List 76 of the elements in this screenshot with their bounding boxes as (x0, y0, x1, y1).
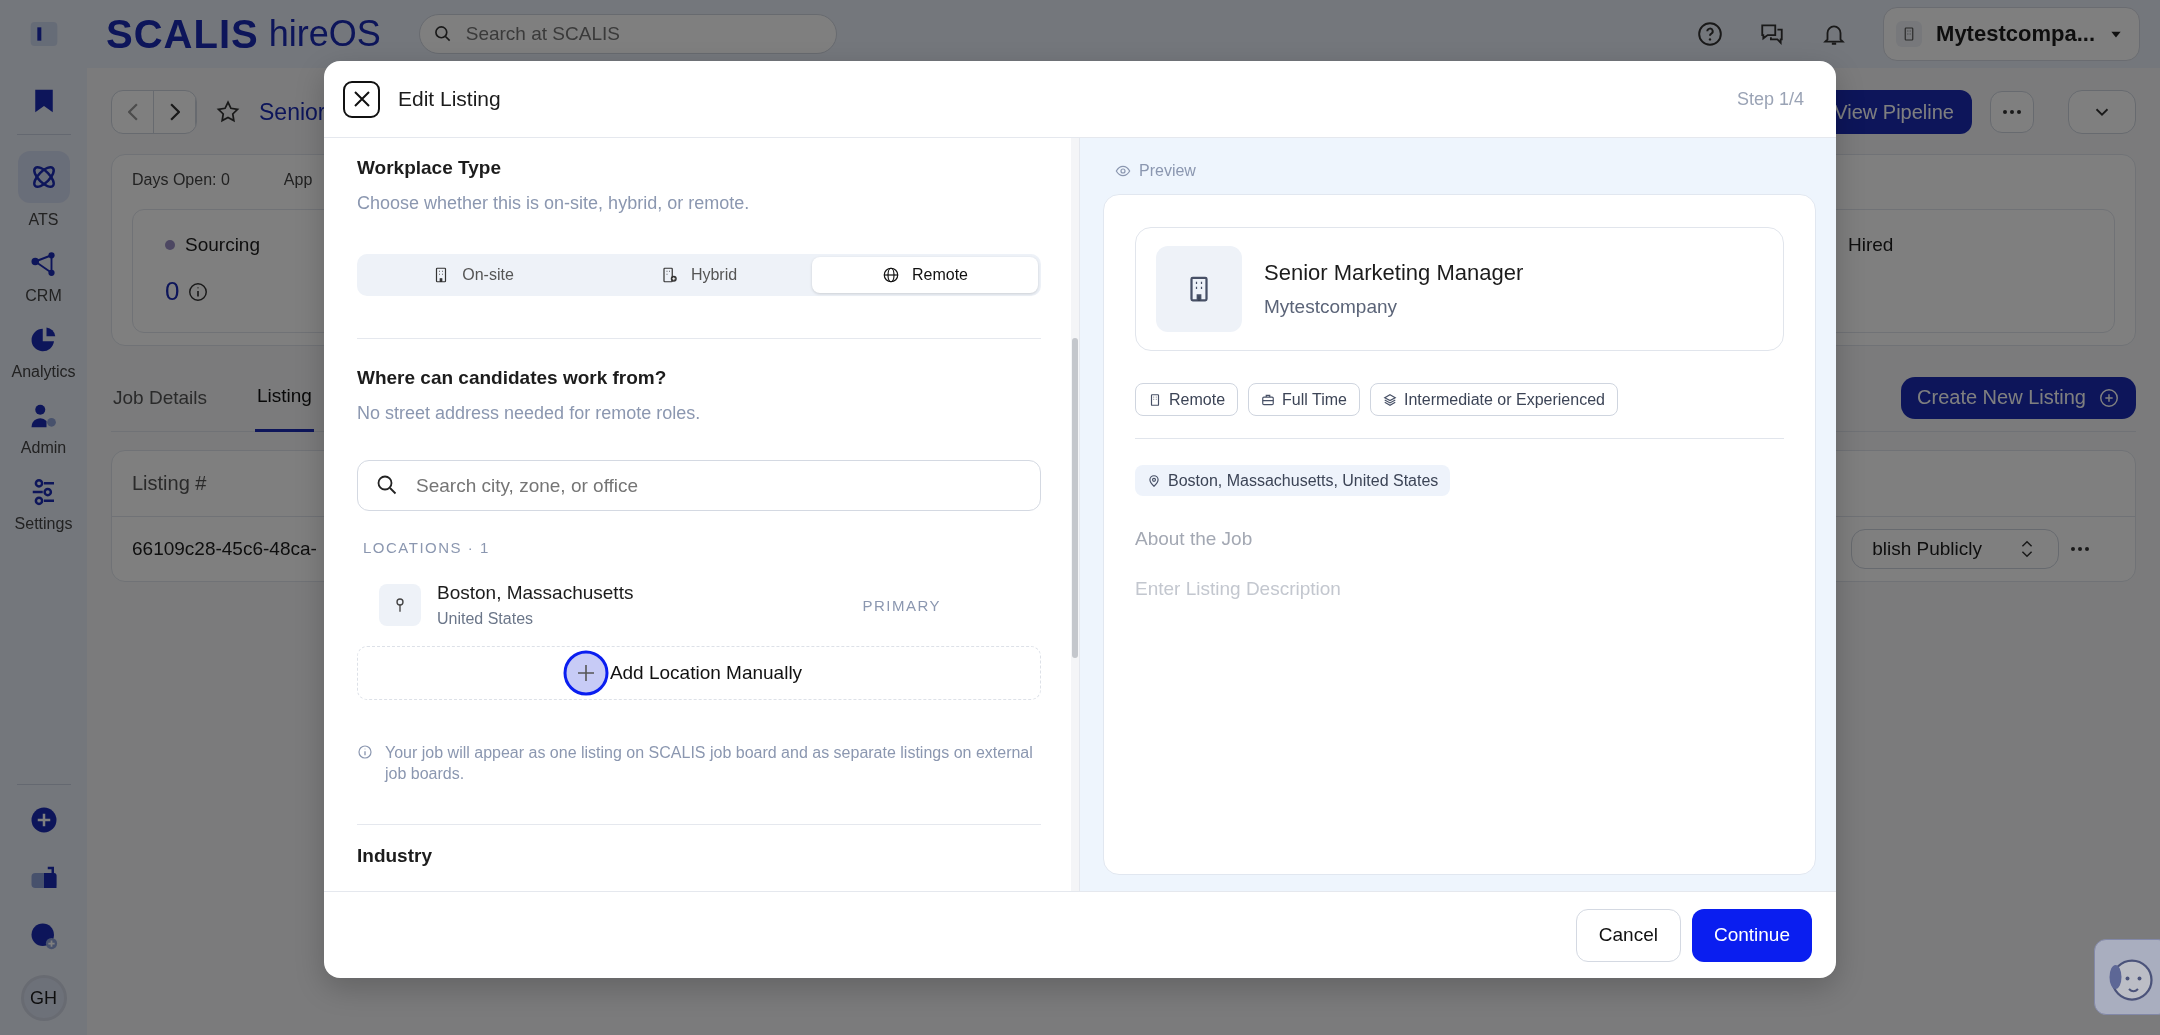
close-button[interactable] (343, 80, 380, 118)
dog-mascot-icon[interactable] (2094, 939, 2160, 1015)
globe-icon (882, 266, 900, 284)
info-icon[interactable] (187, 280, 210, 303)
sidebar-item[interactable]: CRM (0, 239, 87, 315)
search-field[interactable]: Search at SCALIS (418, 14, 837, 54)
layers-icon (1382, 392, 1397, 407)
step-indicator: Step 1/4 (1736, 88, 1804, 110)
plus-circle-icon (2098, 386, 2120, 409)
workplace-option[interactable]: Hybrid (586, 257, 812, 293)
atom-icon (17, 151, 70, 203)
company-name: Mytestcompany (1264, 296, 1399, 318)
job-title: Senior (259, 98, 326, 126)
job-tag: Intermediate or Experienced (1369, 383, 1618, 416)
sidebar-item[interactable]: Settings (0, 467, 87, 543)
plus-circle-icon (561, 649, 610, 697)
chat-icon[interactable] (1759, 21, 1786, 47)
job-tag: Full Time (1248, 383, 1360, 416)
about-heading: About the Job (1135, 528, 1254, 550)
pin-icon (379, 584, 421, 626)
section-title: Where can candidates work from? (357, 367, 668, 389)
tab[interactable]: Job Details (111, 363, 209, 432)
job-tag: Remote (1135, 383, 1239, 416)
stat-text: App (283, 171, 313, 189)
location-tag: Boston, Massachusetts, United States (1135, 465, 1451, 496)
brand-logo: SCALIS (106, 11, 259, 57)
publish-select[interactable]: blish Publicly (1851, 529, 2059, 569)
scrollbar[interactable] (1071, 138, 1079, 891)
workplace-option[interactable]: On-site (360, 257, 586, 293)
primary-label: PRIMARY (862, 596, 941, 614)
info-icon (357, 744, 373, 760)
help-icon[interactable] (1697, 21, 1724, 47)
location-search-field[interactable]: Search city, zone, or office (357, 460, 1041, 511)
section-title: Workplace Type (357, 157, 502, 179)
building-icon (1896, 21, 1923, 47)
building-icon (1156, 246, 1242, 332)
sidebar-item[interactable]: Analytics (0, 315, 87, 391)
briefcase-icon (1261, 392, 1276, 407)
tab[interactable]: Listing (255, 363, 314, 432)
stat-text: Days Open: 0 (132, 171, 230, 189)
product-name: hireOS (268, 13, 381, 55)
job-title: Senior Marketing Manager (1264, 260, 1524, 286)
stage-name: Hired (1848, 234, 1894, 256)
cancel-button[interactable]: Cancel (1575, 908, 1681, 962)
star-icon[interactable] (215, 99, 241, 125)
more-icon[interactable] (2069, 546, 2091, 552)
eye-icon (1115, 163, 1131, 179)
location-name: Boston, Massachusetts (437, 582, 634, 604)
map-pin-icon (1147, 473, 1161, 488)
add-location-button[interactable]: Add Location Manually (357, 646, 1041, 700)
company-selector[interactable]: Mytestcompa... (1883, 7, 2140, 61)
building-plus-icon (660, 266, 679, 284)
stage-count: 0 (165, 276, 180, 307)
preview-label: Preview (1139, 162, 1196, 180)
continue-button[interactable]: Continue (1691, 908, 1812, 962)
more-icon (2001, 109, 2023, 115)
info-note: Your job will appear as one listing on SCALIS job board and as separate listings on external job boards. (385, 743, 1034, 784)
sidebar-item[interactable]: ATS (0, 141, 87, 239)
search-icon (432, 24, 453, 44)
search-icon (375, 473, 399, 497)
locations-count: LOCATIONS · 1 (363, 539, 491, 556)
sidebar-item[interactable]: Admin (0, 391, 87, 467)
table-cell: 66109c28-45c6-48ca- (132, 538, 317, 560)
location-country: United States (437, 610, 535, 628)
dialog-title: Edit Listing (398, 87, 501, 111)
create-listing-button[interactable]: Create New Listing (1901, 376, 2136, 419)
column-header: Listing # (132, 472, 207, 495)
section-title: Industry (357, 845, 433, 867)
chevron-left-icon (127, 103, 138, 121)
section-hint: No street address needed for remote roles. (357, 403, 702, 424)
user-avatar[interactable]: GH (20, 975, 67, 1021)
section-hint: Choose whether this is on-site, hybrid, or remote. (357, 193, 751, 214)
chevron-right-icon (169, 103, 180, 121)
stage-name: Sourcing (185, 234, 260, 256)
building-icon (1148, 392, 1162, 407)
workplace-option[interactable]: Remote (812, 257, 1038, 293)
